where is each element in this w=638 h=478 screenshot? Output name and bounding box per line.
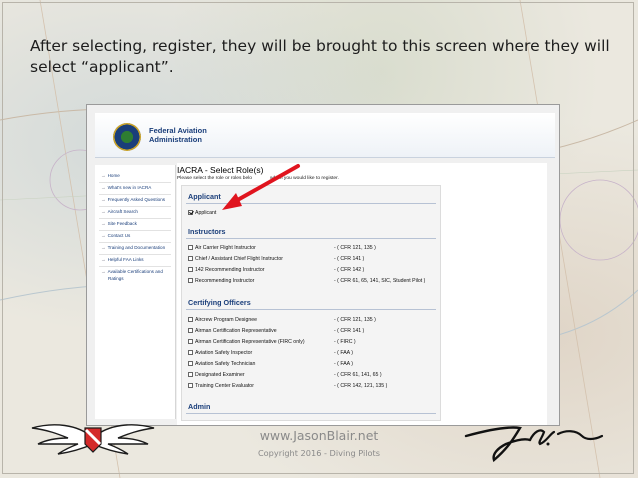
sidebar-item-home[interactable]: → Home <box>101 173 177 179</box>
role-cfr: - ( FIRC ) <box>334 339 356 345</box>
role-aviation-safety-inspector[interactable]: Aviation Safety Inspector <box>188 350 252 356</box>
faa-name: Federal Aviation Administration <box>149 126 269 144</box>
section-divider <box>186 203 436 204</box>
role-recommending-instructor[interactable]: Recommending Instructor <box>188 278 254 284</box>
role-airman-cert-rep[interactable]: Airman Certification Representative <box>188 328 277 334</box>
arrow-right-icon: → <box>101 221 106 226</box>
sidebar-divider <box>99 230 171 231</box>
checkbox[interactable] <box>188 361 193 366</box>
role-air-carrier-flight-instructor[interactable]: Air Carrier Flight Instructor <box>188 245 256 251</box>
section-divider <box>186 309 436 310</box>
role-cfr: - ( CFR 121, 135 ) <box>334 317 376 323</box>
sidebar-divider <box>99 194 171 195</box>
arrow-right-icon: → <box>101 257 106 262</box>
arrow-right-icon: → <box>101 245 106 250</box>
role-cfr: - ( CFR 142, 121, 135 ) <box>334 383 388 389</box>
section-title-applicant: Applicant <box>188 192 221 201</box>
faa-name-line1: Federal Aviation <box>149 126 207 135</box>
role-cfr: - ( CFR 142 ) <box>334 267 365 273</box>
checkbox-checked[interactable] <box>188 210 193 215</box>
page-title: IACRA - Select Role(s) <box>177 165 264 175</box>
role-applicant[interactable]: Applicant <box>188 210 216 216</box>
checkbox[interactable] <box>188 350 193 355</box>
section-title-certifying-officers: Certifying Officers <box>188 298 251 307</box>
arrow-right-icon: → <box>101 269 106 274</box>
sidebar-item-whats-new[interactable]: → What's new in IACRA <box>101 185 177 191</box>
checkbox[interactable] <box>188 256 193 261</box>
section-title-instructors: Instructors <box>188 227 226 236</box>
faa-header: Federal Aviation Administration <box>95 113 555 158</box>
role-cfr: - ( CFR 61, 141, 65 ) <box>334 372 382 378</box>
sidebar-item-training[interactable]: → Training and Documentation <box>101 245 177 251</box>
role-cfr: - ( FAA ) <box>334 361 354 367</box>
section-divider <box>186 238 436 239</box>
arrow-right-icon: → <box>101 233 106 238</box>
faa-seal-icon <box>113 123 141 151</box>
role-142-recommending-instructor[interactable]: 142 Recommending Instructor <box>188 267 265 273</box>
sidebar-item-contact-us[interactable]: → Contact Us <box>101 233 177 239</box>
role-selection-panel: Applicant Applicant Instructors Air Carr… <box>181 185 441 421</box>
checkbox[interactable] <box>188 339 193 344</box>
signature-icon <box>464 426 604 463</box>
checkbox[interactable] <box>188 328 193 333</box>
arrow-right-icon: → <box>101 209 106 214</box>
sidebar-divider <box>99 254 171 255</box>
sidebar-item-aircraft-search[interactable]: → Aircraft Search <box>101 209 177 215</box>
checkbox[interactable] <box>188 245 193 250</box>
checkbox[interactable] <box>188 278 193 283</box>
sidebar-item-certifications[interactable]: → Available Certifications and <box>101 269 177 275</box>
main-content: IACRA - Select Role(s) Please select the… <box>177 163 547 425</box>
checkbox[interactable] <box>188 267 193 272</box>
role-training-center-evaluator[interactable]: Training Center Evaluator <box>188 383 254 389</box>
checkbox[interactable] <box>188 372 193 377</box>
checkbox[interactable] <box>188 383 193 388</box>
sidebar-divider <box>99 206 171 207</box>
sidebar-item-faa-links[interactable]: → Helpful FAA Links <box>101 257 177 263</box>
faa-name-line2: Administration <box>149 135 202 144</box>
sidebar-divider <box>99 266 171 267</box>
slide-headline: After selecting, register, they will be … <box>30 37 610 76</box>
role-cfr: - ( CFR 141 ) <box>334 328 365 334</box>
sidebar: → Home → What's new in IACRA → Frequently A… <box>95 165 176 419</box>
arrow-right-icon: → <box>101 185 106 190</box>
role-cfr: - ( CFR 61, 65, 141, SIC, Student Pilot … <box>334 278 426 284</box>
arrow-right-icon: → <box>101 197 106 202</box>
role-cfr: - ( CFR 141 ) <box>334 256 365 262</box>
section-divider <box>186 413 436 414</box>
sidebar-item-faq[interactable]: → Frequently Asked Questions <box>101 197 177 203</box>
section-title-admin: Admin <box>188 402 211 411</box>
role-chief-flight-instructor[interactable]: Chief / Assistant Chief Flight Instructo… <box>188 256 283 262</box>
role-aircrew-program-designee[interactable]: Aircrew Program Designee <box>188 317 257 323</box>
role-cfr: - ( CFR 121, 135 ) <box>334 245 376 251</box>
sidebar-divider <box>99 242 171 243</box>
checkbox[interactable] <box>188 317 193 322</box>
page-instructions: Please select the role or roles belo whic… <box>177 176 339 181</box>
role-cfr: - ( FAA ) <box>334 350 354 356</box>
iacra-screenshot: Federal Aviation Administration → Home → W… <box>86 104 560 426</box>
role-aviation-safety-technician[interactable]: Aviation Safety Technician <box>188 361 255 367</box>
sidebar-divider <box>99 218 171 219</box>
sidebar-item-site-feedback[interactable]: → Site Feedback <box>101 221 177 227</box>
sidebar-divider <box>99 182 171 183</box>
role-airman-cert-rep-firc[interactable]: Airman Certification Representative (FIR… <box>188 339 305 345</box>
arrow-right-icon: → <box>101 173 106 178</box>
role-designated-examiner[interactable]: Designated Examiner <box>188 372 245 378</box>
sidebar-item-certifications-line2[interactable]: Ratings <box>108 276 184 282</box>
